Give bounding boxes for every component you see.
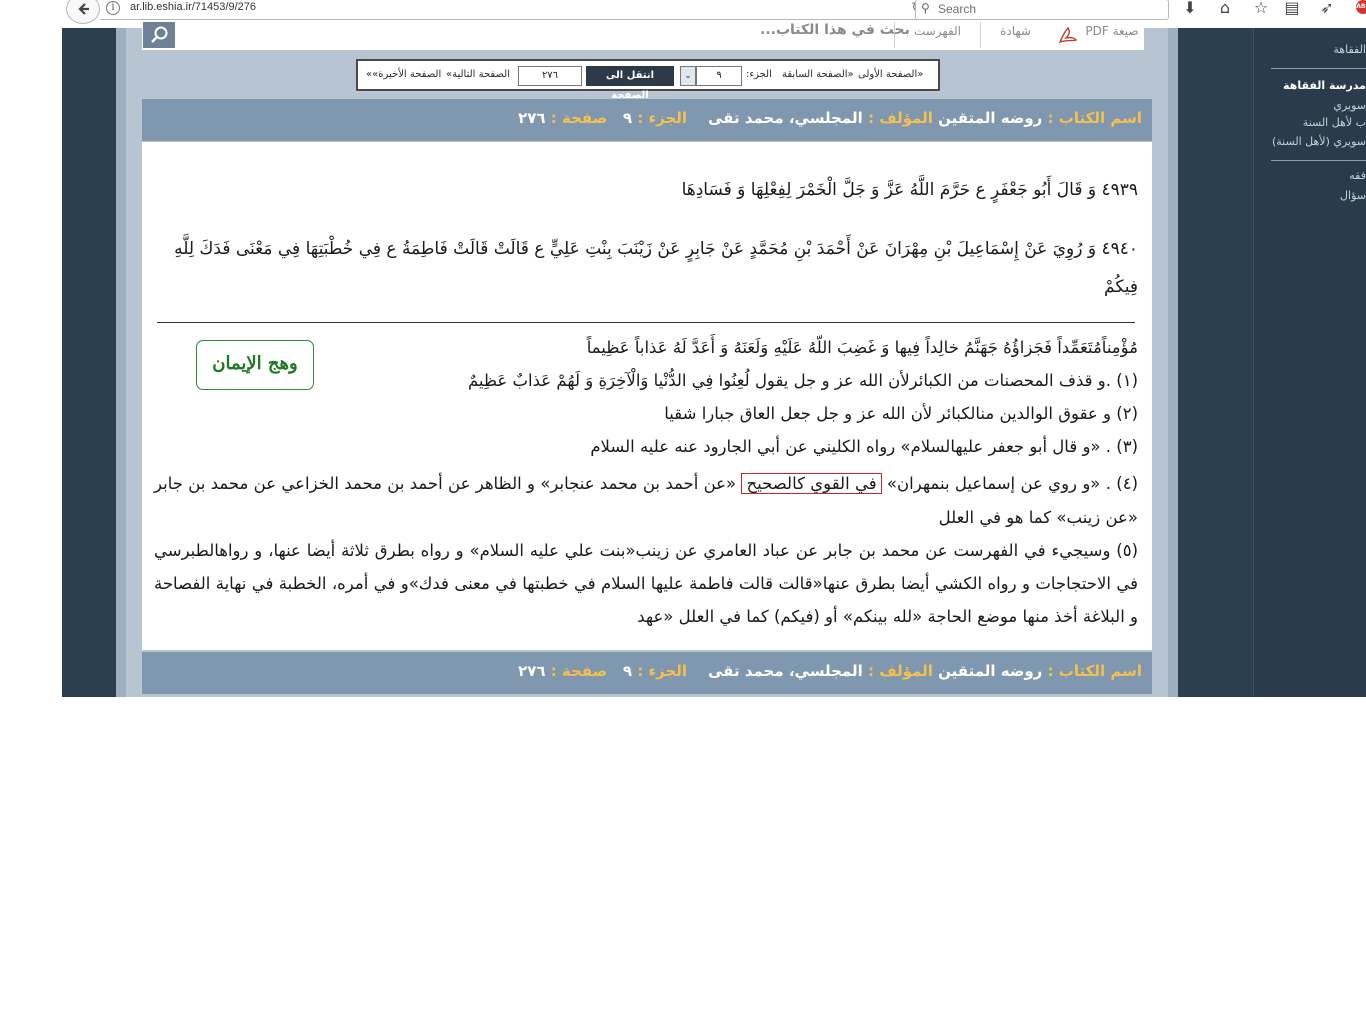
book-tabs: بحث في هذا الكتاب... الفهرست شهادة صيغة … [142,22,1144,50]
volume-label: الجزء: [746,69,772,80]
volume-label: الجزء : [637,109,688,127]
page-number: ٢٧٦ [518,109,546,127]
brand-logo: وهج الإيمان [196,340,314,390]
book-info-text: اسم الكتاب : روضه المتقين المؤلف : المجل… [518,662,1142,680]
browser-search-placeholder: Search [938,2,977,16]
tab-fehrest[interactable]: الفهرست [894,22,980,48]
book-name-label: اسم الكتاب : [1047,109,1142,127]
sidebar-item-question[interactable]: سؤال [1340,189,1366,202]
sidebar-divider [1271,160,1366,161]
sidebar-item-taswiri[interactable]: سويري [1333,99,1366,112]
footnote-3: (٣) . «و قال أبو جعفر عليهالسلام» رواه ا… [590,437,1138,456]
footnote-1: (١) .و قذف المحصنات من الكبائرلأن الله ع… [467,371,1138,390]
book-info-text: اسم الكتاب : روضه المتقين المؤلف : المجل… [518,109,1142,127]
volume-number: ٩ [622,662,633,680]
author-label: المؤلف : [867,109,933,127]
send-icon[interactable]: ➶ [1316,0,1338,18]
home-icon[interactable]: ⌂ [1214,0,1236,18]
verse-line: مُؤْمِناًمُتَعَمِّداً فَجَزاؤُهُ جَهَنَّ… [586,338,1138,357]
footnote-separator [157,322,1135,323]
page-frame: الفقاهة مدرسة الفقاهة سويري ب لأهل السنة… [62,22,1366,697]
sidebar-item-taswiri-sunna[interactable]: سويري (لأهل السنة) [1272,135,1366,148]
book-content: ٤٩٣٩ وَ قَالَ أَبُو جَعْفَرٍ ع حَرَّمَ ا… [142,142,1152,650]
sidebar-item-madrasa[interactable]: مدرسة الفقاهة [1283,79,1366,92]
footnote-2: (٢) و عقوق الوالدين منالكبائر لأن الله ع… [664,404,1138,423]
bookmark-star-icon[interactable]: ☆ [1250,0,1272,18]
book-info-bar-top: اسم الكتاب : روضه المتقين المؤلف : المجل… [142,99,1152,141]
sidebar-item-feqahat[interactable]: الفقاهة [1333,43,1366,56]
footnote-4-start: (٤) . «و روي عن إسماعيل بنمهران» [886,474,1138,493]
page-number: ٢٧٦ [518,662,546,680]
first-page-link[interactable]: «الصفحة الأولى [858,69,923,80]
search-icon [151,26,168,43]
pdf-icon[interactable] [1057,25,1079,45]
page-label: صفحة : [550,109,608,127]
url-bar[interactable]: i ar.lib.eshia.ir/71453/9/276 ↻ [100,0,930,20]
sidebar-divider [1271,68,1366,69]
author-name: المجلسي، محمد تقی [707,109,863,127]
book-name: روضه المتقين [938,662,1043,680]
volume-number: ٩ [622,109,633,127]
book-search-input[interactable]: بحث في هذا الكتاب... [760,22,910,38]
footnote-4: (٤) . «و روي عن إسماعيل بنمهران» في القو… [154,467,1138,535]
sidebar-item-feqh[interactable]: فقه [1349,169,1366,182]
right-sidebar: الفقاهة مدرسة الفقاهة سويري ب لأهل السنة… [1253,28,1366,697]
chevron-down-icon[interactable]: ⌄ [680,66,696,86]
download-icon[interactable]: ⬇ [1179,0,1201,18]
hadith-text: ٤٩٣٩ وَ قَالَ أَبُو جَعْفَرٍ ع حَرَّمَ ا… [681,180,1138,200]
back-arrow-icon [78,3,89,15]
page-number-input[interactable]: ٢٧٦ [518,66,582,86]
hadith-text: ٤٩٤٠ وَ رُوِيَ عَنْ إِسْمَاعِيلَ بْنِ مِ… [174,239,1138,297]
tab-pdf[interactable]: صيغة PDF [1080,22,1144,48]
prev-page-link[interactable]: «الصفحة السابقة [782,69,854,80]
book-name-label: اسم الكتاب : [1047,662,1142,680]
sidebar-item-ahl-sunna[interactable]: ب لأهل السنة [1303,116,1366,129]
volume-label: الجزء : [637,662,688,680]
author-name: المجلسي، محمد تقی [707,662,863,680]
page-label: صفحة : [550,662,608,680]
page-navigation: الصفحة الأخيرة»» الصفحة التالية» ٢٧٦ انت… [356,59,940,101]
back-button[interactable] [66,0,100,24]
goto-page-button[interactable]: انتقل الی الصفحة [586,66,674,101]
adblock-icon[interactable]: ABP [1356,0,1366,14]
last-page-link[interactable]: الصفحة الأخيرة»» [366,69,441,80]
book-info-bar-bottom: اسم الكتاب : روضه المتقين المؤلف : المجل… [142,652,1152,694]
book-search-button[interactable] [143,22,175,48]
author-label: المؤلف : [867,662,933,680]
browser-toolbar: i ar.lib.eshia.ir/71453/9/276 ↻ ⚲ Search… [62,0,1366,28]
highlighted-phrase: في القوي كالصحيح [741,473,882,494]
reader-view-icon[interactable]: ▤ [1281,0,1303,18]
browser-search-input[interactable]: ⚲ Search [915,0,1169,20]
book-name: روضه المتقين [938,109,1043,127]
next-page-link[interactable]: الصفحة التالية» [446,69,510,80]
tab-shahada[interactable]: شهادة [980,22,1050,48]
search-icon: ⚲ [921,1,930,15]
footnote-5: (٥) وسيجيء في الفهرست عن محمد بن جابر عن… [154,541,1138,626]
url-text: ar.lib.eshia.ir/71453/9/276 [130,1,256,13]
info-icon[interactable]: i [106,1,120,15]
volume-select[interactable]: ٩ [696,66,742,86]
